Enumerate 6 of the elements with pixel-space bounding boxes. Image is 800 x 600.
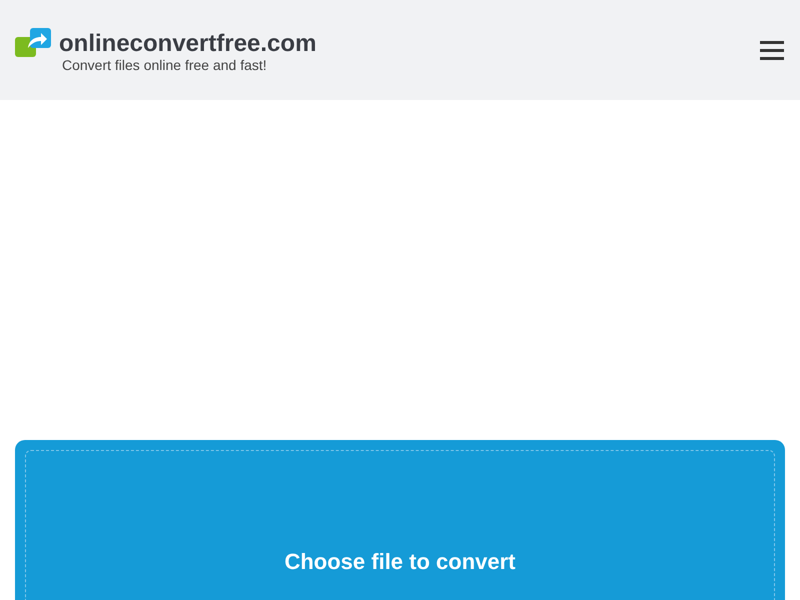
logo-icon xyxy=(15,28,51,58)
drop-zone[interactable]: Choose file to convert xyxy=(25,450,775,600)
site-name[interactable]: onlineconvertfree.com xyxy=(59,30,316,56)
menu-icon[interactable] xyxy=(760,38,784,62)
choose-file-label[interactable]: Choose file to convert xyxy=(284,545,516,573)
tagline: Convert files online free and fast! xyxy=(62,56,268,72)
